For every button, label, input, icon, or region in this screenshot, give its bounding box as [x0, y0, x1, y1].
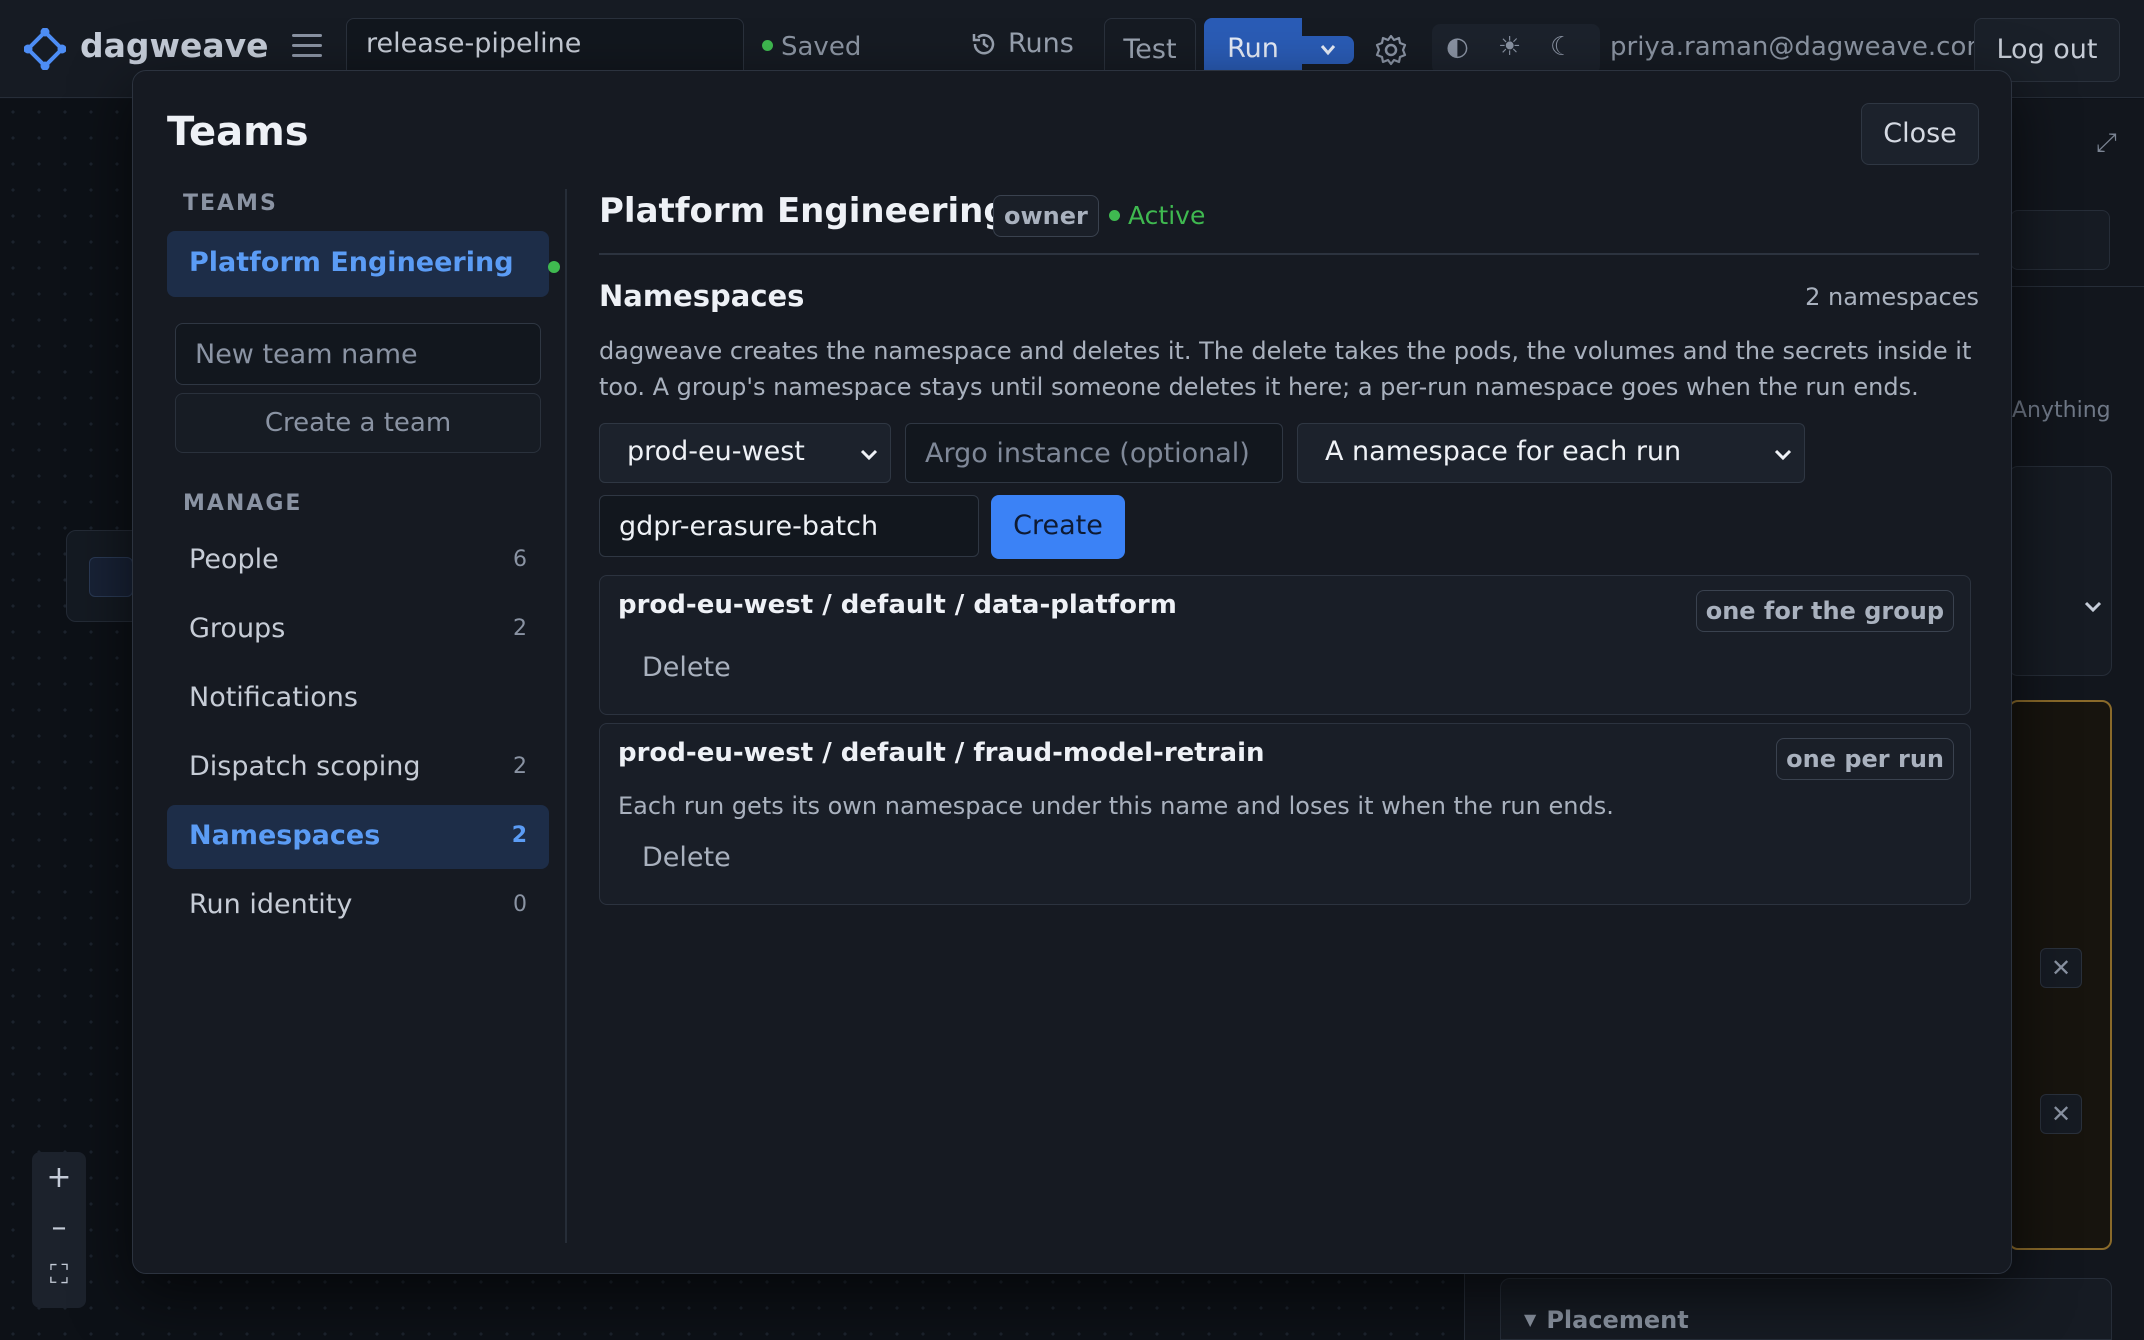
sidebar-item-label: People	[189, 544, 279, 575]
close-icon[interactable]: ✕	[2040, 1094, 2082, 1134]
teams-modal: Teams Close TEAMS Platform Engineering C…	[132, 70, 2012, 1274]
node-chip-icon	[89, 557, 133, 597]
section-title: Namespaces	[599, 279, 805, 313]
sidebar-item-label: Namespaces	[189, 820, 381, 851]
caret-down-icon: ▼	[1524, 1310, 1537, 1329]
team-item-platform-engineering[interactable]: Platform Engineering	[167, 231, 560, 297]
menu-icon[interactable]	[292, 34, 322, 64]
role-badge: owner	[993, 195, 1099, 237]
expand-icon[interactable]: ⤢	[2096, 128, 2117, 159]
namespace-mode-select[interactable]: A namespace for each run	[1297, 423, 1805, 483]
namespace-card: prod-eu-west / default / fraud-model-ret…	[599, 723, 1971, 905]
namespace-name-input[interactable]	[599, 495, 979, 557]
sidebar-item-people[interactable]: People 6	[167, 529, 549, 593]
saved-dot-icon	[762, 40, 773, 51]
history-icon	[972, 33, 995, 55]
create-team-button[interactable]: Create a team	[175, 393, 541, 453]
sidebar-divider	[565, 189, 567, 1243]
chevron-down-icon	[1774, 449, 1792, 461]
namespace-mode-badge: one per run	[1776, 738, 1954, 780]
cluster-select-value: prod-eu-west	[627, 436, 805, 467]
delete-button[interactable]: Delete	[642, 652, 731, 683]
sidebar-item-notifications[interactable]: Notifications	[167, 667, 549, 731]
inspector-card	[2008, 466, 2112, 676]
zoom-in-icon[interactable]: +	[32, 1160, 86, 1195]
save-status-label: Saved	[781, 32, 862, 62]
sidebar-item-label: Dispatch scoping	[189, 751, 421, 782]
status-badge: Active	[1109, 201, 1205, 230]
create-namespace-button[interactable]: Create	[991, 495, 1125, 559]
sidebar-item-label: Groups	[189, 613, 286, 644]
sidebar-item-count: 2	[513, 754, 527, 779]
sidebar-item-namespaces[interactable]: Namespaces 2	[167, 805, 549, 869]
namespace-mode-badge: one for the group	[1695, 590, 1954, 632]
namespace-path: prod-eu-west / default / fraud-model-ret…	[618, 738, 1265, 768]
cluster-select[interactable]: prod-eu-west	[599, 423, 891, 483]
namespace-card: prod-eu-west / default / data-platform o…	[599, 575, 1971, 715]
dagweave-logo-icon	[24, 28, 66, 70]
app-logo-text: dagweave	[80, 26, 269, 65]
sidebar-item-count: 0	[513, 892, 527, 917]
sidebar-item-dispatch-scoping[interactable]: Dispatch scoping 2	[167, 736, 549, 800]
placement-label: Placement	[1546, 1306, 1689, 1334]
team-title: Platform Engineering	[599, 191, 1008, 231]
save-status: Saved	[762, 32, 861, 62]
sidebar-item-label: Notifications	[189, 682, 358, 713]
sidebar-item-label: Run identity	[189, 889, 353, 920]
chevron-down-icon	[860, 449, 878, 461]
active-dot-icon	[1109, 210, 1120, 221]
namespace-count: 2 namespaces	[1805, 283, 1979, 311]
inspector-hint: Anything	[2012, 398, 2111, 423]
team-status-dot-icon	[548, 261, 560, 273]
delete-button[interactable]: Delete	[642, 842, 731, 873]
team-item-label: Platform Engineering	[189, 247, 514, 278]
chevron-down-icon	[1320, 45, 1336, 56]
namespace-path: prod-eu-west / default / data-platform	[618, 590, 1177, 620]
sidebar-item-count: 2	[513, 616, 527, 641]
gear-icon[interactable]	[1374, 33, 1408, 67]
status-label: Active	[1128, 201, 1206, 230]
zoom-controls: + – ⛶	[32, 1152, 86, 1308]
content-divider	[599, 253, 1979, 255]
run-options-dropdown[interactable]	[1302, 36, 1354, 64]
argo-instance-input[interactable]	[905, 423, 1283, 483]
runs-button[interactable]: Runs	[970, 28, 1074, 59]
sidebar-item-run-identity[interactable]: Run identity 0	[167, 874, 549, 938]
fit-view-icon[interactable]: ⛶	[32, 1260, 86, 1291]
sidebar-item-count: 2	[511, 823, 527, 848]
user-email: priya.raman@dagweave.com	[1610, 32, 1992, 62]
manage-heading: MANAGE	[183, 491, 303, 516]
close-button[interactable]: Close	[1861, 103, 1979, 165]
namespaces-description: dagweave creates the namespace and delet…	[599, 337, 1972, 401]
sidebar-item-count: 6	[513, 547, 527, 572]
zoom-out-icon[interactable]: –	[32, 1210, 86, 1245]
sidebar-item-groups[interactable]: Groups 2	[167, 598, 549, 662]
teams-heading: TEAMS	[183, 191, 278, 216]
chevron-down-icon[interactable]	[2082, 596, 2104, 618]
placement-header[interactable]: ▼ Placement	[1524, 1306, 1689, 1334]
moon-icon[interactable]: ☾	[1550, 32, 1573, 62]
close-icon[interactable]: ✕	[2040, 948, 2082, 988]
modal-title: Teams	[167, 109, 309, 155]
sun-icon[interactable]: ☀	[1498, 32, 1521, 62]
theme-switcher: ◐ ☀ ☾	[1432, 24, 1600, 74]
new-team-name-input[interactable]	[175, 323, 541, 385]
runs-label: Runs	[1008, 28, 1074, 59]
namespace-note: Each run gets its own namespace under th…	[618, 792, 1614, 820]
mode-select-value: A namespace for each run	[1325, 436, 1682, 467]
inspector-field[interactable]	[2010, 210, 2110, 270]
half-circle-icon[interactable]: ◐	[1446, 32, 1469, 62]
